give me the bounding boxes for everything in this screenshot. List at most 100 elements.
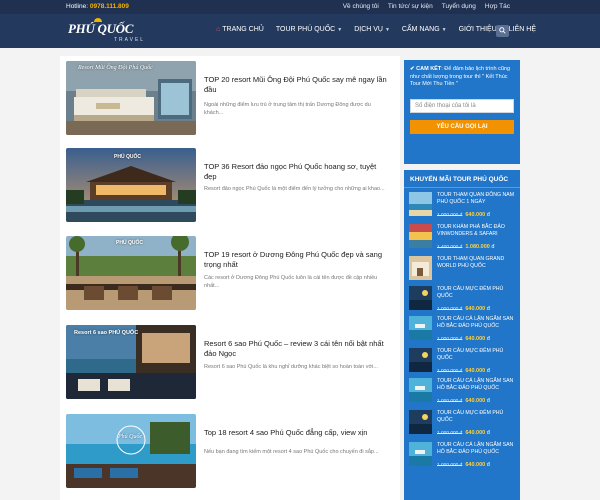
post-thumbnail[interactable]: PHÚ QUỐC bbox=[66, 148, 196, 222]
old-price: 1.000.000 đ bbox=[437, 369, 463, 374]
check-icon: ✔ bbox=[410, 66, 415, 72]
tour-name[interactable]: TOUR CÂU MỰC ĐÊM PHÚ QUỐC bbox=[437, 410, 517, 423]
post-excerpt: Ngoài những điểm lưu trú ở trung tâm thị… bbox=[204, 102, 371, 116]
tour-price: 1.400.000 đ 1.080.000 đ bbox=[437, 244, 494, 250]
tour-price: 1.000.000 đ 640.000 đ bbox=[437, 306, 490, 312]
nav-item-tours[interactable]: TOUR PHÚ QUỐC ▼ bbox=[270, 26, 348, 33]
tour-name[interactable]: TOUR CÂU MỰC ĐÊM PHÚ QUỐC bbox=[437, 348, 517, 361]
sale-price: 640.000 bbox=[465, 462, 486, 468]
post-title[interactable]: Top 18 resort 4 sao Phú Quốc đẳng cấp, v… bbox=[204, 428, 390, 438]
post-item[interactable]: PHÚ QUỐC TOP 36 Resort đảo ngọc Phú Quốc… bbox=[66, 148, 396, 224]
post-title[interactable]: TOP 20 resort Mũi Ông Đội Phú Quốc say m… bbox=[204, 75, 390, 95]
hotline-number[interactable]: 0978.111.809 bbox=[90, 3, 129, 10]
currency: đ bbox=[486, 368, 490, 374]
toplink-partner[interactable]: Hợp Tác bbox=[485, 3, 510, 10]
tour-price: 1.000.000 đ 640.000 đ bbox=[437, 398, 490, 404]
sale-price: 640.000 bbox=[465, 430, 486, 436]
search-icon bbox=[499, 27, 506, 34]
thumb-caption: Resort 6 sao PHÚ QUỐC bbox=[74, 330, 139, 336]
promo-tour-item[interactable]: TOUR CÂU MỰC ĐÊM PHÚ QUỐC 1.000.000 đ 640… bbox=[409, 410, 517, 440]
toplink-about[interactable]: Về chúng tôi bbox=[343, 3, 379, 10]
promo-tours-widget: KHUYẾN MÃI TOUR PHÚ QUỐC TOUR THAM QUAN … bbox=[404, 170, 520, 500]
post-title[interactable]: TOP 36 Resort đảo ngọc Phú Quốc hoang sơ… bbox=[204, 162, 390, 182]
search-button[interactable] bbox=[496, 25, 509, 37]
tour-thumbnail bbox=[409, 378, 432, 402]
currency: đ bbox=[486, 462, 490, 468]
site-header: PHÚ QUỐC TRAVEL ⌂ TRANG CHỦ TOUR PHÚ QUỐ… bbox=[0, 14, 600, 48]
request-callback-button[interactable]: YÊU CẦU GỌI LẠI bbox=[410, 120, 514, 134]
toplink-news[interactable]: Tin tức/ sự kiện bbox=[388, 3, 433, 10]
currency: đ bbox=[486, 212, 490, 218]
tour-price: 1.000.000 đ 640.000 đ bbox=[437, 336, 490, 342]
thumb-caption: PHÚ QUỐC bbox=[114, 154, 141, 160]
phone-input[interactable]: Số điện thoại của tôi là bbox=[410, 99, 514, 113]
tour-name[interactable]: TOUR KHÁM PHÁ BẮC ĐẢO VINWONDERS & SAFAR… bbox=[437, 224, 517, 237]
main-nav: ⌂ TRANG CHỦ TOUR PHÚ QUỐC ▼ DỊCH VỤ ▼ CẨ… bbox=[210, 26, 542, 33]
sale-price: 640.000 bbox=[465, 306, 486, 312]
post-thumbnail[interactable]: Resort Mũi Ông Đội Phú Quốc bbox=[66, 61, 196, 135]
currency: đ bbox=[486, 306, 490, 312]
old-price: 1.000.000 đ bbox=[437, 431, 463, 436]
thumb-caption: PHÚ QUỐC bbox=[116, 240, 143, 246]
tour-name[interactable]: TOUR CÂU CÁ LẶN NGẮM SAN HÔ BẮC ĐẢO PHÚ … bbox=[437, 316, 517, 329]
post-excerpt: Resort 6 sao Phú Quốc là khu nghỉ dưỡng … bbox=[204, 364, 378, 370]
old-price: 1.400.000 đ bbox=[437, 245, 463, 250]
post-title[interactable]: TOP 19 resort ở Dương Đông Phú Quốc đẹp … bbox=[204, 250, 390, 270]
post-excerpt: Nếu bạn đang tìm kiếm một resort 4 sao P… bbox=[204, 449, 379, 455]
promo-tour-item[interactable]: TOUR CÂU MỰC ĐÊM PHÚ QUỐC 1.000.000 đ 640… bbox=[409, 286, 517, 316]
tour-name[interactable]: TOUR CÂU MỰC ĐÊM PHÚ QUỐC bbox=[437, 286, 517, 299]
old-price: 1.000.000 đ bbox=[437, 399, 463, 404]
tour-name[interactable]: TOUR THAM QUAN GRAND WORLD PHÚ QUỐC bbox=[437, 256, 517, 269]
promo-tour-item[interactable]: TOUR CÂU MỰC ĐÊM PHÚ QUỐC 1.000.000 đ 640… bbox=[409, 348, 517, 378]
chevron-down-icon: ▼ bbox=[337, 26, 343, 33]
resort-terrace-image bbox=[66, 325, 196, 399]
promo-tour-item[interactable]: TOUR CÂU CÁ LẶN NGẮM SAN HÔ BẮC ĐẢO PHÚ … bbox=[409, 442, 517, 472]
promo-tour-item[interactable]: TOUR THAM QUAN GRAND WORLD PHÚ QUỐC bbox=[409, 256, 517, 286]
nav-item-home[interactable]: ⌂ TRANG CHỦ bbox=[210, 26, 270, 33]
old-price: 1.000.000 đ bbox=[437, 463, 463, 468]
post-item[interactable]: Resort Mũi Ông Đội Phú Quốc TOP 20 resor… bbox=[66, 61, 396, 137]
toplink-jobs[interactable]: Tuyển dụng bbox=[442, 3, 476, 10]
thumb-caption: Phú Quốc bbox=[118, 434, 143, 440]
nav-label: TOUR PHÚ QUỐC bbox=[275, 26, 336, 33]
nav-label: GIỚI THIỆU bbox=[458, 26, 497, 33]
post-list: Resort Mũi Ông Đội Phú Quốc TOP 20 resor… bbox=[60, 56, 400, 500]
post-item[interactable]: Resort 6 sao PHÚ QUỐC Resort 6 sao Phú Q… bbox=[66, 325, 396, 401]
post-thumbnail[interactable]: Resort 6 sao PHÚ QUỐC bbox=[66, 325, 196, 399]
tour-name[interactable]: TOUR CÂU CÁ LẶN NGẮM SAN HÔ BẮC ĐẢO PHÚ … bbox=[437, 442, 517, 455]
tour-thumbnail bbox=[409, 192, 432, 216]
sale-price: 640.000 bbox=[465, 336, 486, 342]
post-thumbnail[interactable]: PHÚ QUỐC bbox=[66, 236, 196, 310]
tour-thumbnail bbox=[409, 256, 432, 280]
resort-room-image bbox=[66, 61, 196, 135]
tour-name[interactable]: TOUR THAM QUAN ĐÔNG NAM PHÚ QUỐC 1 NGÀY bbox=[437, 192, 517, 205]
promo-tour-item[interactable]: TOUR CÂU CÁ LẶN NGẮM SAN HÔ BẮC ĐẢO PHÚ … bbox=[409, 316, 517, 346]
post-item[interactable]: Phú Quốc Top 18 resort 4 sao Phú Quốc đẳ… bbox=[66, 414, 396, 490]
tour-name[interactable]: TOUR CÂU CÁ LẶN NGẮM SAN HÔ BẮC ĐẢO PHÚ … bbox=[437, 378, 517, 391]
promo-tour-item[interactable]: TOUR THAM QUAN ĐÔNG NAM PHÚ QUỐC 1 NGÀY … bbox=[409, 192, 517, 222]
sale-price: 1.080.000 bbox=[465, 244, 490, 250]
logo-subtext: TRAVEL bbox=[114, 37, 146, 43]
callback-widget: ✔ CAM KẾT: Để đảm bảo lịch trình cũng nh… bbox=[404, 60, 520, 164]
nav-item-services[interactable]: DỊCH VỤ ▼ bbox=[348, 26, 396, 33]
resort-beach-image bbox=[66, 414, 196, 488]
tour-thumbnail bbox=[409, 348, 432, 372]
thumb-caption: Resort Mũi Ông Đội Phú Quốc bbox=[78, 65, 153, 71]
post-thumbnail[interactable]: Phú Quốc bbox=[66, 414, 196, 488]
site-logo[interactable]: PHÚ QUỐC TRAVEL bbox=[68, 18, 143, 43]
nav-label: LIÊN HỆ bbox=[508, 26, 536, 33]
currency: đ bbox=[486, 430, 490, 436]
sale-price: 640.000 bbox=[465, 398, 486, 404]
chevron-down-icon: ▼ bbox=[441, 26, 447, 33]
promo-tour-item[interactable]: TOUR KHÁM PHÁ BẮC ĐẢO VINWONDERS & SAFAR… bbox=[409, 224, 517, 254]
commitment-text: ✔ CAM KẾT: Để đảm bảo lịch trình cũng nh… bbox=[410, 66, 510, 87]
old-price: 1.000.000 đ bbox=[437, 337, 463, 342]
nav-label: TRANG CHỦ bbox=[222, 26, 264, 33]
promo-title: KHUYẾN MÃI TOUR PHÚ QUỐC bbox=[404, 170, 520, 188]
currency: đ bbox=[486, 398, 490, 404]
post-title[interactable]: Resort 6 sao Phú Quốc – review 3 cái tên… bbox=[204, 339, 390, 359]
post-excerpt: Resort đảo ngọc Phú Quốc là một điểm đến… bbox=[204, 186, 385, 192]
promo-tour-item[interactable]: TOUR CÂU CÁ LẶN NGẮM SAN HÔ BẮC ĐẢO PHÚ … bbox=[409, 378, 517, 408]
post-item[interactable]: PHÚ QUỐC TOP 19 resort ở Dương Đông Phú … bbox=[66, 236, 396, 312]
nav-item-guide[interactable]: CẨM NANG ▼ bbox=[396, 26, 453, 33]
